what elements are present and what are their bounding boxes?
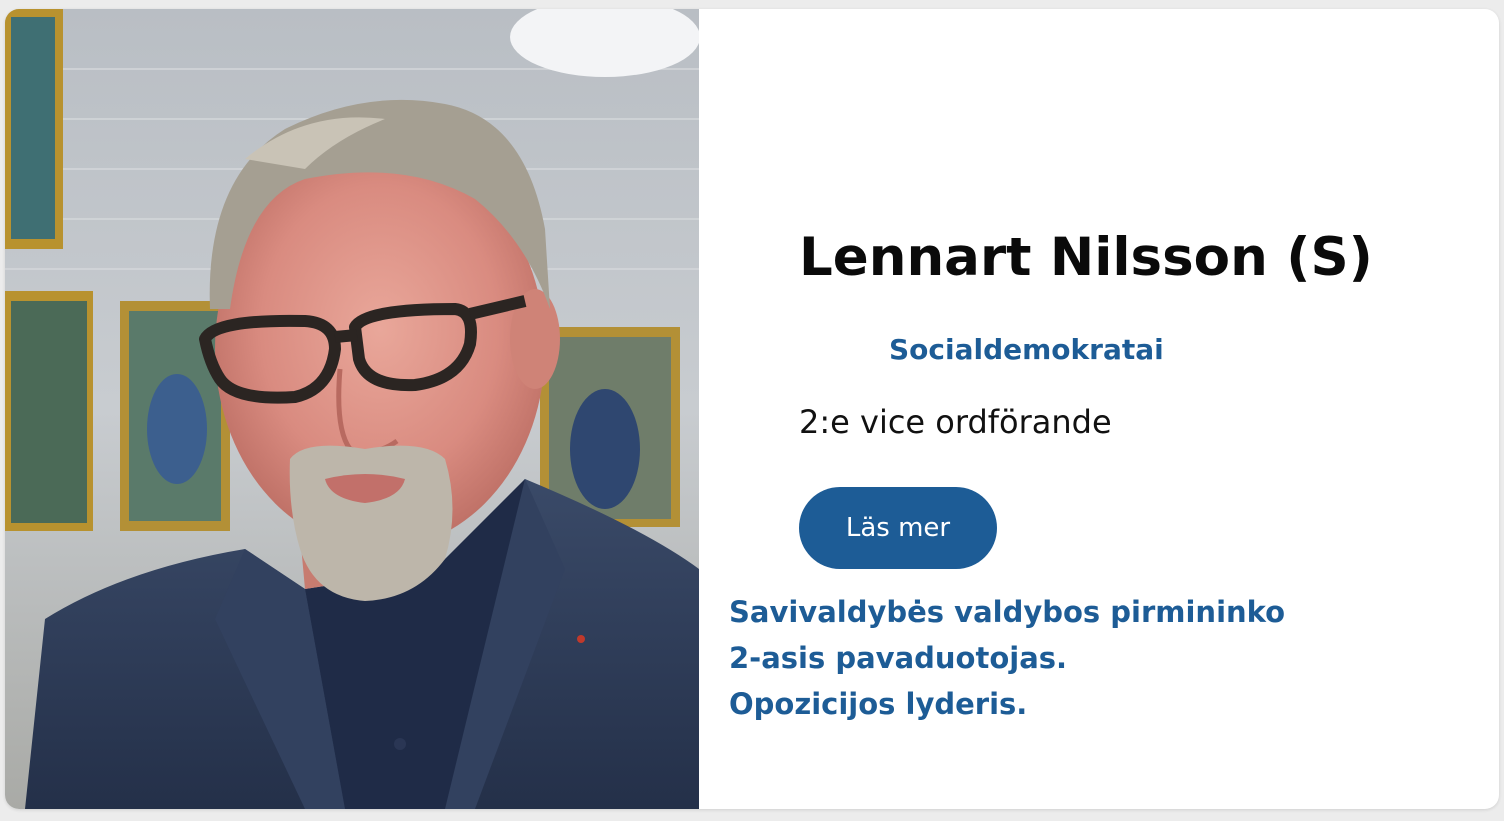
party-name: Socialdemokratai (889, 333, 1164, 366)
read-more-button[interactable]: Läs mer (799, 487, 997, 569)
role-description-line: 2-asis pavaduotojas. (729, 641, 1068, 675)
person-name: Lennart Nilsson (S) (799, 227, 1373, 288)
profile-photo (5, 9, 699, 809)
role-description: Savivaldybės valdybos pirmininko 2-asis … (729, 589, 1369, 727)
profile-info: Lennart Nilsson (S) Socialdemokratai 2:e… (699, 9, 1499, 809)
person-role: 2:e vice ordförande (799, 403, 1112, 441)
role-description-line: Opozicijos lyderis. (729, 687, 1028, 721)
profile-card: Lennart Nilsson (S) Socialdemokratai 2:e… (5, 9, 1499, 809)
role-description-line: Savivaldybės valdybos pirmininko (729, 595, 1286, 629)
